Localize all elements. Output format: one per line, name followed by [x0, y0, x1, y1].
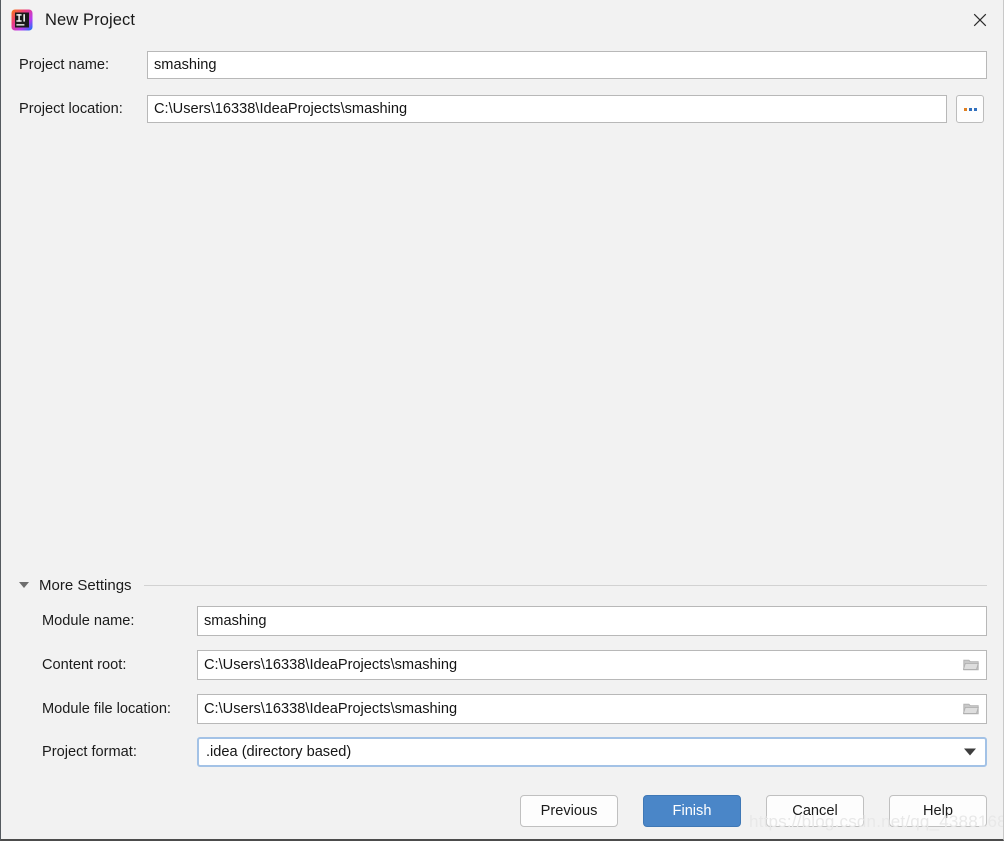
project-format-label: Project format:: [42, 744, 137, 760]
more-settings-label: More Settings: [39, 576, 132, 594]
finish-button[interactable]: Finish: [643, 795, 741, 827]
project-name-label: Project name:: [19, 57, 110, 73]
ellipsis-icon[interactable]: [956, 95, 984, 123]
project-location-label: Project location:: [19, 101, 123, 117]
project-format-value: .idea (directory based): [206, 744, 352, 760]
more-settings-toggle[interactable]: More Settings: [19, 573, 987, 597]
content-root-label: Content root:: [42, 657, 127, 673]
module-file-location-label: Module file location:: [42, 701, 171, 717]
folder-icon[interactable]: [962, 702, 979, 716]
chevron-down-icon[interactable]: [964, 748, 976, 756]
content-root-row: Content root: C:\Users\16338\IdeaProject…: [42, 650, 987, 680]
project-name-value: smashing: [154, 57, 217, 73]
window-title: New Project: [45, 10, 136, 29]
project-name-row: Project name: smashing: [19, 51, 987, 79]
project-name-input[interactable]: smashing: [147, 51, 987, 79]
title-bar: New Project: [1, 0, 1003, 40]
folder-icon[interactable]: [962, 658, 979, 672]
module-file-location-row: Module file location: C:\Users\16338\Ide…: [42, 694, 987, 724]
cancel-button[interactable]: Cancel: [766, 795, 864, 827]
previous-button[interactable]: Previous: [520, 795, 618, 827]
project-format-select[interactable]: .idea (directory based): [197, 737, 987, 767]
chevron-down-icon: [19, 582, 29, 588]
project-format-row: Project format: .idea (directory based): [42, 737, 987, 767]
content-root-input[interactable]: C:\Users\16338\IdeaProjects\smashing: [197, 650, 987, 680]
module-file-location-value: C:\Users\16338\IdeaProjects\smashing: [204, 701, 458, 717]
content-root-value: C:\Users\16338\IdeaProjects\smashing: [204, 657, 458, 673]
close-icon[interactable]: [957, 0, 1003, 40]
project-location-value: C:\Users\16338\IdeaProjects\smashing: [154, 101, 408, 117]
module-name-input[interactable]: smashing: [197, 606, 987, 636]
intellij-idea-logo-icon: [10, 8, 34, 32]
module-file-location-input[interactable]: C:\Users\16338\IdeaProjects\smashing: [197, 694, 987, 724]
dialog-footer: Previous Finish Cancel Help: [1, 795, 1003, 827]
help-button[interactable]: Help: [889, 795, 987, 827]
project-location-input[interactable]: C:\Users\16338\IdeaProjects\smashing: [147, 95, 947, 123]
module-name-value: smashing: [204, 613, 267, 629]
project-location-row: Project location: C:\Users\16338\IdeaPro…: [19, 95, 984, 123]
more-settings-separator: [143, 584, 987, 586]
module-name-row: Module name: smashing: [42, 606, 987, 636]
module-name-label: Module name:: [42, 613, 135, 629]
new-project-dialog: New Project Project name: smashing Proje…: [0, 0, 1004, 841]
